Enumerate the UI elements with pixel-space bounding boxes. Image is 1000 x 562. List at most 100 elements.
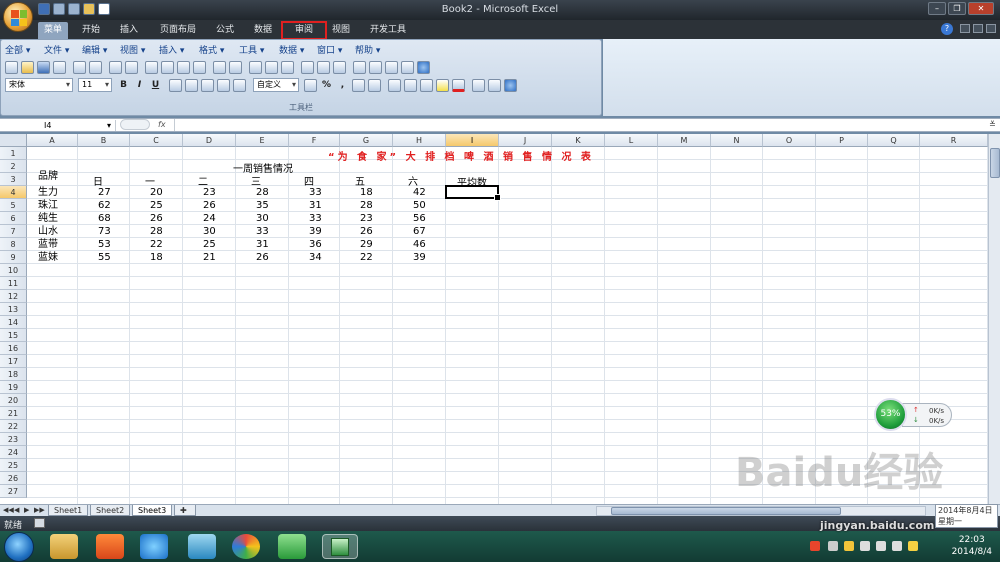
column-header-C[interactable]: C [130, 134, 183, 147]
sort-ascending-icon[interactable] [301, 60, 314, 74]
font-name-select[interactable]: 宋体 [5, 78, 73, 92]
notification-tray-icon[interactable] [908, 541, 918, 551]
tab-view[interactable]: 视图 [328, 22, 354, 39]
brand-cell[interactable]: 蓝妹 [38, 251, 58, 264]
menu-format[interactable]: 格式 ▾ [199, 43, 239, 56]
permission-icon[interactable] [53, 60, 66, 74]
sales-value-cell[interactable]: 50 [413, 199, 426, 212]
sales-value-cell[interactable]: 39 [309, 225, 322, 238]
menu-insert[interactable]: 插入 ▾ [159, 43, 199, 56]
ie-icon[interactable] [140, 534, 168, 559]
close-button[interactable]: ✕ [968, 2, 994, 15]
decrease-decimal-icon[interactable] [368, 78, 381, 92]
brand-cell[interactable]: 纯生 [38, 212, 58, 225]
qq-tray-icon[interactable] [844, 541, 854, 551]
font-color-icon[interactable] [452, 78, 465, 92]
show-hidden-icon[interactable] [828, 541, 838, 551]
print-icon[interactable] [73, 60, 86, 74]
sort-descending-icon[interactable] [317, 60, 330, 74]
function-icon[interactable] [281, 60, 294, 74]
row-header-7[interactable]: 7 [0, 225, 27, 238]
sales-value-cell[interactable]: 23 [203, 186, 216, 199]
sales-value-cell[interactable]: 23 [360, 212, 373, 225]
sales-value-cell[interactable]: 26 [150, 212, 163, 225]
insert-function-icon[interactable]: fx [158, 119, 166, 131]
menu-file[interactable]: 文件 ▾ [44, 43, 82, 56]
row-header-20[interactable]: 20 [0, 394, 27, 407]
row-header-8[interactable]: 8 [0, 238, 27, 251]
column-header-G[interactable]: G [340, 134, 393, 147]
tab-menu[interactable]: 菜单 [38, 22, 68, 39]
column-header-A[interactable]: A [27, 134, 78, 147]
wrap-text-icon[interactable] [233, 78, 246, 92]
row-header-23[interactable]: 23 [0, 433, 27, 446]
copy-icon[interactable] [161, 60, 174, 74]
sales-value-cell[interactable]: 18 [150, 251, 163, 264]
menu-view[interactable]: 视图 ▾ [120, 43, 159, 56]
row-header-1[interactable]: 1 [0, 147, 27, 160]
sales-value-cell[interactable]: 28 [256, 186, 269, 199]
column-header-H[interactable]: H [393, 134, 446, 147]
tab-review[interactable]: 审阅 [281, 21, 327, 40]
row-header-18[interactable]: 18 [0, 368, 27, 381]
macro-record-icon[interactable] [34, 518, 45, 528]
info-icon[interactable] [504, 78, 517, 92]
column-header-M[interactable]: M [658, 134, 711, 147]
sales-value-cell[interactable]: 33 [256, 225, 269, 238]
underline-button[interactable]: U [149, 79, 162, 92]
sheet-tab-1[interactable]: Sheet1 [48, 505, 89, 516]
ribbon-close-icon[interactable] [986, 24, 996, 33]
ribbon-minimize-icon[interactable] [960, 24, 970, 33]
first-sheet-icon[interactable]: ◀◀ [3, 506, 14, 515]
column-header-R[interactable]: R [920, 134, 988, 147]
styles-icon[interactable] [472, 78, 485, 92]
spelling-icon[interactable] [109, 60, 122, 74]
tab-formulas[interactable]: 公式 [210, 22, 240, 39]
column-header-J[interactable]: J [499, 134, 552, 147]
sales-value-cell[interactable]: 25 [150, 199, 163, 212]
row-header-11[interactable]: 11 [0, 277, 27, 290]
row-header-2[interactable]: 2 [0, 160, 27, 173]
menu-edit[interactable]: 编辑 ▾ [82, 43, 120, 56]
media-player-icon[interactable] [96, 534, 124, 559]
column-header-E[interactable]: E [236, 134, 289, 147]
paste-icon[interactable] [177, 60, 190, 74]
signal-tray-icon[interactable] [892, 541, 902, 551]
tab-developer[interactable]: 开发工具 [362, 22, 414, 39]
font-size-select[interactable]: 11 [78, 78, 112, 92]
sales-value-cell[interactable]: 31 [256, 238, 269, 251]
explorer-icon[interactable] [50, 534, 78, 559]
row-header-24[interactable]: 24 [0, 446, 27, 459]
vertical-scrollbar[interactable] [988, 134, 1000, 504]
vertical-scroll-thumb[interactable] [990, 148, 1000, 178]
excel-taskbar-icon[interactable] [322, 534, 358, 559]
name-box[interactable]: I4 [2, 120, 116, 131]
formula-input[interactable] [174, 119, 984, 131]
column-header-Q[interactable]: Q [868, 134, 920, 147]
row-header-4[interactable]: 4 [0, 186, 27, 199]
undo-icon[interactable] [213, 60, 226, 74]
decrease-indent-icon[interactable] [388, 78, 401, 92]
sales-value-cell[interactable]: 73 [98, 225, 111, 238]
menu-tools[interactable]: 工具 ▾ [239, 43, 279, 56]
row-header-10[interactable]: 10 [0, 264, 27, 277]
sales-value-cell[interactable]: 30 [203, 225, 216, 238]
sales-value-cell[interactable]: 26 [256, 251, 269, 264]
increase-decimal-icon[interactable] [352, 78, 365, 92]
sales-value-cell[interactable]: 36 [309, 238, 322, 251]
restore-button[interactable]: ❐ [948, 2, 966, 15]
sales-value-cell[interactable]: 67 [413, 225, 426, 238]
sales-value-cell[interactable]: 30 [256, 212, 269, 225]
menu-help[interactable]: 帮助 ▾ [355, 43, 393, 56]
sales-value-cell[interactable]: 68 [98, 212, 111, 225]
next-sheet-icon[interactable]: ▶ [24, 506, 32, 515]
row-header-27[interactable]: 27 [0, 485, 27, 498]
sales-value-cell[interactable]: 29 [360, 238, 373, 251]
currency-icon[interactable] [304, 78, 317, 92]
row-header-26[interactable]: 26 [0, 472, 27, 485]
row-header-14[interactable]: 14 [0, 316, 27, 329]
row-header-6[interactable]: 6 [0, 212, 27, 225]
column-header-F[interactable]: F [289, 134, 340, 147]
row-header-25[interactable]: 25 [0, 459, 27, 472]
print-preview-icon[interactable] [89, 60, 102, 74]
